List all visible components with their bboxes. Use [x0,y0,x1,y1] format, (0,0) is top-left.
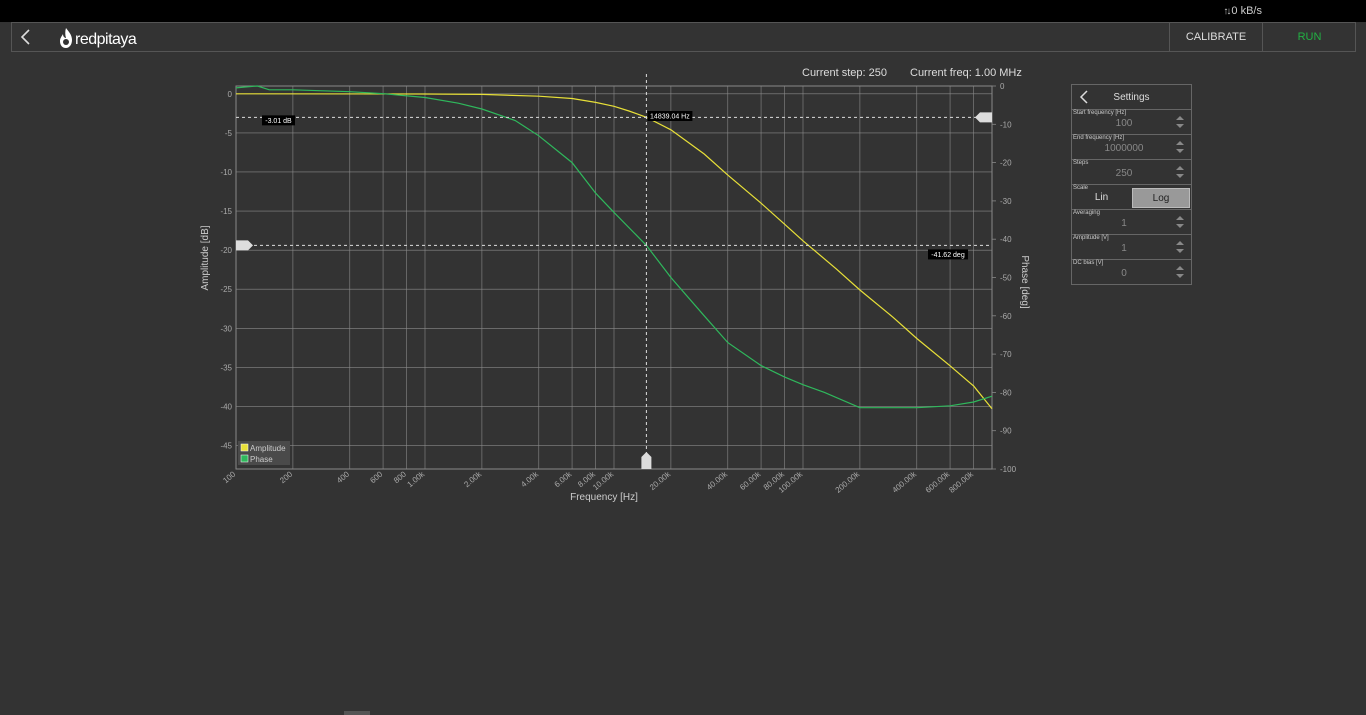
x-tick-label: 40.00k [705,469,730,492]
averaging-value[interactable]: 1 [1072,218,1176,229]
y2-tick-label: -70 [1000,350,1012,359]
legend-label: Amplitude [250,444,286,453]
logo-text: redpitaya [75,31,137,48]
y2-tick-label: -10 [1000,120,1012,129]
y-tick-label: -45 [220,442,232,451]
y2-tick-label: -80 [1000,388,1012,397]
calibrate-button[interactable]: CALIBRATE [1169,23,1262,51]
end-frequency-label: End frequency [Hz] [1073,135,1125,141]
x-tick-label: 600 [368,469,384,485]
transfer-arrows-icon: ↑↓ [1223,6,1231,17]
y2-tick-label: -90 [1000,427,1012,436]
dc-bias-value[interactable]: 0 [1072,268,1176,279]
x-tick-label: 200.00k [834,469,862,495]
settings-title: Settings [1113,92,1150,103]
legend-label: Phase [250,455,273,464]
back-arrow-icon[interactable] [18,27,34,47]
steps-value[interactable]: 250 [1072,168,1176,179]
y2-tick-label: -20 [1000,159,1012,168]
navbar: redpitaya CALIBRATE RUN [11,22,1356,52]
y-tick-label: 0 [228,90,233,99]
y2-axis-title: Phase [deg] [1019,255,1030,309]
end-frequency-field[interactable]: End frequency [Hz] 1000000 [1072,135,1191,160]
y-tick-label: -30 [220,324,232,333]
amplitude-label: Amplitude [V] [1073,235,1109,241]
start-frequency-field[interactable]: Start frequency [Hz] 100 [1072,110,1191,135]
frequency-cursor-label: 14839.04 Hz [650,114,690,121]
y2-tick-label: -100 [1000,465,1017,474]
y2-tick-label: -60 [1000,312,1012,321]
x-axis-title: Frequency [Hz] [570,492,638,503]
y2-tick-label: -40 [1000,235,1012,244]
x-tick-label: 400 [335,469,351,485]
y-tick-label: -40 [220,402,232,411]
x-tick-label: 1.00k [406,469,428,489]
y2-tick-label: -30 [1000,197,1012,206]
x-tick-label: 2.00k [462,469,484,489]
start-frequency-spinner-icon[interactable] [1175,115,1185,129]
x-tick-label: 600.00k [924,469,952,495]
steps-spinner-icon[interactable] [1175,165,1185,179]
amplitude-cursor-label: -3.01 dB [265,118,292,125]
dc-bias-label: DC bias [V] [1073,260,1104,266]
start-frequency-value[interactable]: 100 [1072,118,1176,129]
steps-label: Steps [1073,160,1089,166]
averaging-spinner-icon[interactable] [1175,215,1185,229]
settings-panel: Settings Start frequency [Hz] 100 End fr… [1071,84,1192,285]
x-tick-label: 400.00k [890,469,918,495]
scale-log-button[interactable]: Log [1132,188,1190,208]
x-tick-label: 4.00k [519,469,541,489]
start-frequency-label: Start frequency [Hz] [1073,110,1127,116]
x-tick-label: 200 [278,469,294,485]
network-speed: ↑↓ 0 kB/s [1223,5,1262,17]
run-button[interactable]: RUN [1262,23,1356,51]
y-tick-label: -35 [220,363,232,372]
dc-bias-spinner-icon[interactable] [1175,265,1185,279]
y-tick-label: -20 [220,246,232,255]
dc-bias-field[interactable]: DC bias [V] 0 [1072,260,1191,284]
bode-plot[interactable]: 100 200 400 600 8001.00k 2.00k 4.00k 6.00k 8.00k… [190,70,1040,510]
top-strip: ↑↓ 0 kB/s [0,0,1366,22]
speed-value: 0 kB/s [1231,5,1262,17]
x-tick-label: 100 [221,469,237,485]
amplitude-spinner-icon[interactable] [1175,240,1185,254]
x-tick-label: 800.00k [947,469,975,495]
x-tick-label: 10.00k [591,469,616,492]
flame-logo-icon [60,28,72,48]
steps-field[interactable]: Steps 250 [1072,160,1191,185]
phase-cursor-label: -41.62 deg [931,252,965,259]
settings-header: Settings [1072,85,1191,110]
legend-swatch [240,443,249,452]
x-tick-label: 60.00k [738,469,763,492]
y-tick-label: -5 [225,129,233,138]
averaging-field[interactable]: Averaging 1 [1072,210,1191,235]
redpitaya-logo: redpitaya [58,26,137,50]
amplitude-field[interactable]: Amplitude [V] 1 [1072,235,1191,260]
x-tick-label: 20.00k [648,469,673,492]
x-tick-label: 6.00k [553,469,575,489]
y-tick-label: -25 [220,285,232,294]
y2-tick-label: -50 [1000,274,1012,283]
y2-tick-label: 0 [1000,82,1005,91]
bottom-scroll-indicator [344,711,370,715]
scale-lin-button[interactable]: Lin [1073,188,1130,208]
legend-swatch [240,454,249,463]
end-frequency-spinner-icon[interactable] [1175,140,1185,154]
y-tick-label: -10 [220,168,232,177]
end-frequency-value[interactable]: 1000000 [1072,143,1176,154]
y-tick-label: -15 [220,207,232,216]
scale-selector: Scale Lin Log [1072,185,1191,210]
y-axis-title: Amplitude [dB] [200,225,211,290]
averaging-label: Averaging [1073,210,1100,216]
amplitude-value[interactable]: 1 [1072,243,1176,254]
